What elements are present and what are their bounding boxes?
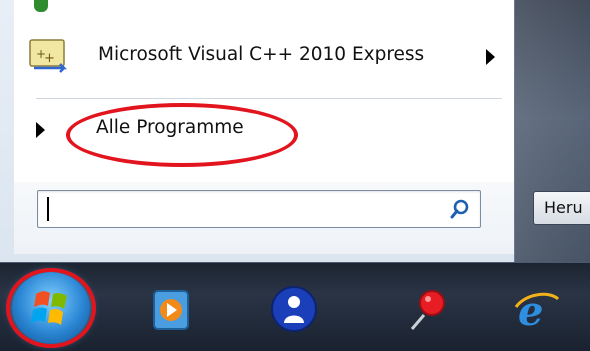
visual-cpp-icon: + + [26, 38, 72, 76]
program-item-visual-cpp-2010-express[interactable]: + + Microsoft Visual C++ 2010 Express [14, 32, 514, 82]
submenu-arrow-icon[interactable] [486, 49, 495, 65]
triangle-right-icon [36, 122, 45, 138]
search-input[interactable] [46, 197, 426, 221]
highlight-circle-start-orb [6, 268, 96, 348]
menu-separator [36, 98, 502, 99]
highlight-circle-all-programs [66, 103, 298, 167]
program-label: Microsoft Visual C++ 2010 Express [98, 44, 425, 65]
media-player-icon[interactable] [146, 285, 194, 333]
program-icon-partial [34, 0, 48, 12]
text-cursor [47, 197, 49, 221]
user-icon[interactable] [270, 285, 318, 333]
start-search-box[interactable] [37, 190, 481, 228]
pushpin-icon[interactable] [402, 285, 450, 333]
internet-explorer-icon[interactable]: e [512, 285, 560, 335]
svg-text:+: + [44, 51, 55, 66]
shutdown-button[interactable]: Heru [533, 191, 590, 225]
magnifier-icon[interactable] [448, 197, 472, 221]
